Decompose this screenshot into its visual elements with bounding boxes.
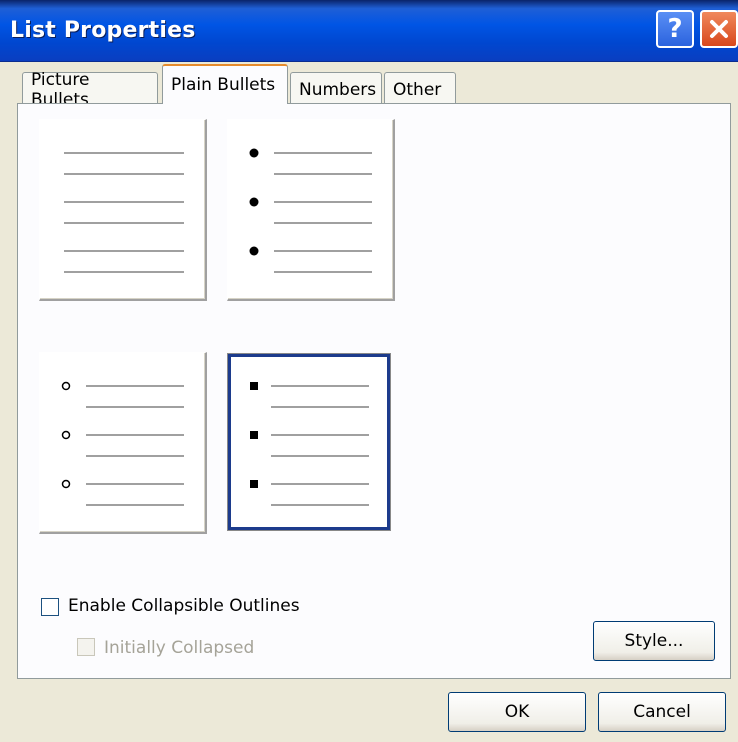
bullet-circle-icon: [61, 430, 71, 440]
tab-picture-bullets[interactable]: Picture Bullets: [22, 70, 158, 110]
bullet-square-icon: [250, 480, 258, 488]
bullet-circle-preview: [61, 381, 184, 506]
help-button[interactable]: ?: [656, 10, 694, 48]
cancel-button[interactable]: Cancel: [598, 692, 726, 732]
initially-collapsed-checkbox[interactable]: [77, 638, 95, 656]
tab-plain-bullets[interactable]: Plain Bullets: [162, 64, 288, 104]
style-button[interactable]: Style...: [593, 621, 715, 661]
bullet-square-icon: [250, 431, 258, 439]
window-title: List Properties: [10, 18, 196, 43]
title-bar: List Properties ?: [0, 0, 738, 62]
help-icon: ?: [667, 14, 683, 44]
enable-collapsible-checkbox[interactable]: [41, 598, 59, 616]
bullet-style-filled-circle[interactable]: [227, 119, 395, 301]
bullet-circle-icon: [61, 381, 71, 391]
enable-collapsible-label[interactable]: Enable Collapsible Outlines: [68, 596, 300, 616]
bullet-disc-icon: [249, 246, 259, 256]
initially-collapsed-label: Initially Collapsed: [104, 638, 255, 658]
ok-button[interactable]: OK: [448, 692, 586, 732]
bullet-style-filled-square[interactable]: [228, 354, 390, 530]
bullet-style-none[interactable]: [39, 119, 207, 301]
close-button[interactable]: [700, 10, 738, 48]
tab-numbers[interactable]: Numbers: [290, 72, 382, 106]
bullet-style-hollow-circle[interactable]: [39, 352, 207, 534]
bullet-square-icon: [250, 382, 258, 390]
bullet-disc-preview: [249, 148, 372, 273]
bullet-square-preview: [250, 382, 369, 506]
bullet-circle-icon: [61, 479, 71, 489]
close-icon: [710, 20, 728, 38]
bullet-none-preview: [64, 152, 184, 273]
bullet-disc-icon: [249, 197, 259, 207]
tab-other[interactable]: Other: [384, 72, 456, 106]
bullet-disc-icon: [249, 148, 259, 158]
